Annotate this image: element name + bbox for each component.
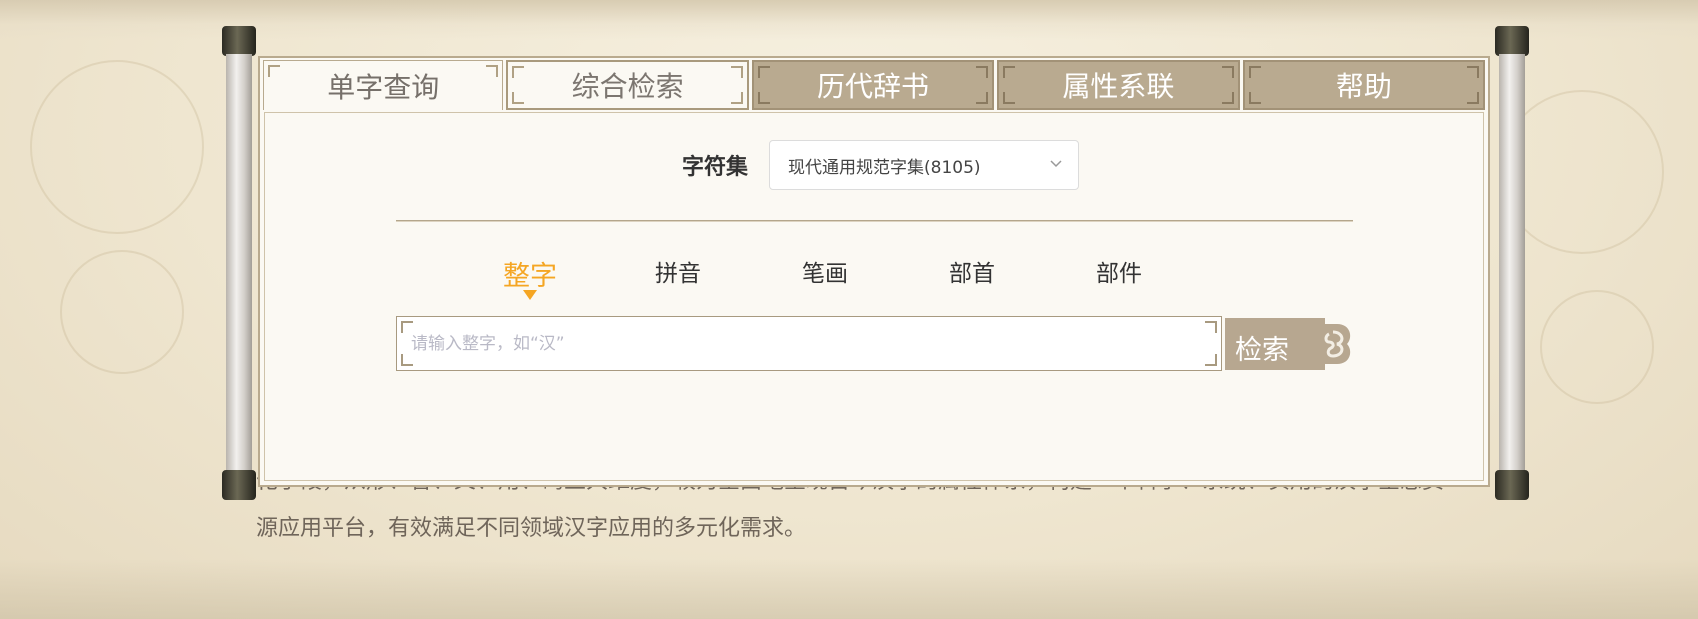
tab-help[interactable]: 帮助 <box>1242 60 1486 110</box>
mode-label: 笔画 <box>802 261 848 287</box>
tab-dictionaries[interactable]: 历代辞书 <box>751 60 995 110</box>
bg-swirl-left-2 <box>60 250 184 374</box>
bg-swirl-right-2 <box>1540 290 1654 404</box>
bg-swirl-left <box>30 60 204 234</box>
tab-attribute-links[interactable]: 属性系联 <box>997 60 1240 110</box>
scroll-rod-left <box>222 26 256 500</box>
mode-radical[interactable]: 部首 <box>912 254 1032 288</box>
search-input[interactable] <box>409 325 1203 363</box>
mode-component[interactable]: 部件 <box>1059 254 1179 288</box>
rod-cap-bottom <box>1495 470 1529 500</box>
rod-bar <box>226 54 252 472</box>
section-divider <box>396 220 1353 222</box>
mode-label: 部首 <box>949 261 995 287</box>
mode-label: 整字 <box>503 261 557 292</box>
cloud-ornament-icon <box>1311 324 1351 364</box>
charset-selected-value: 现代通用规范字集(8105) <box>788 157 981 178</box>
tab-advanced-search[interactable]: 综合检索 <box>506 60 749 110</box>
charset-select[interactable]: 现代通用规范字集(8105) <box>769 140 1079 190</box>
mode-pinyin[interactable]: 拼音 <box>618 254 738 288</box>
intro-line-2: 源应用平台，有效满足不同领域汉字应用的多元化需求。 <box>256 516 807 541</box>
tab-bar: 单字查询 综合检索 历代辞书 属性系联 帮助 <box>263 60 1486 110</box>
chevron-down-icon <box>1050 160 1062 168</box>
tab-label: 历代辞书 <box>817 70 930 103</box>
search-button[interactable]: 检索 <box>1225 318 1353 370</box>
bottom-ink-wash <box>0 559 1698 619</box>
rod-cap-top <box>1495 26 1529 56</box>
rod-cap-bottom <box>222 470 256 500</box>
scroll-rod-right <box>1495 26 1529 500</box>
tab-single-char[interactable]: 单字查询 <box>263 60 504 110</box>
tab-label: 单字查询 <box>327 70 440 104</box>
mode-label: 拼音 <box>655 261 701 287</box>
rod-bar <box>1499 54 1525 472</box>
tab-label: 帮助 <box>1335 70 1392 103</box>
charset-label: 字符集 <box>682 155 749 180</box>
search-button-label: 检索 <box>1235 335 1289 366</box>
active-indicator-icon <box>523 290 537 300</box>
rod-cap-top <box>222 26 256 56</box>
search-box <box>396 316 1222 371</box>
tab-label: 属性系联 <box>1062 70 1175 103</box>
mode-label: 部件 <box>1096 261 1142 287</box>
mode-whole-char[interactable]: 整字 <box>470 254 590 300</box>
mode-strokes[interactable]: 笔画 <box>765 254 885 288</box>
tab-label: 综合检索 <box>571 70 684 103</box>
